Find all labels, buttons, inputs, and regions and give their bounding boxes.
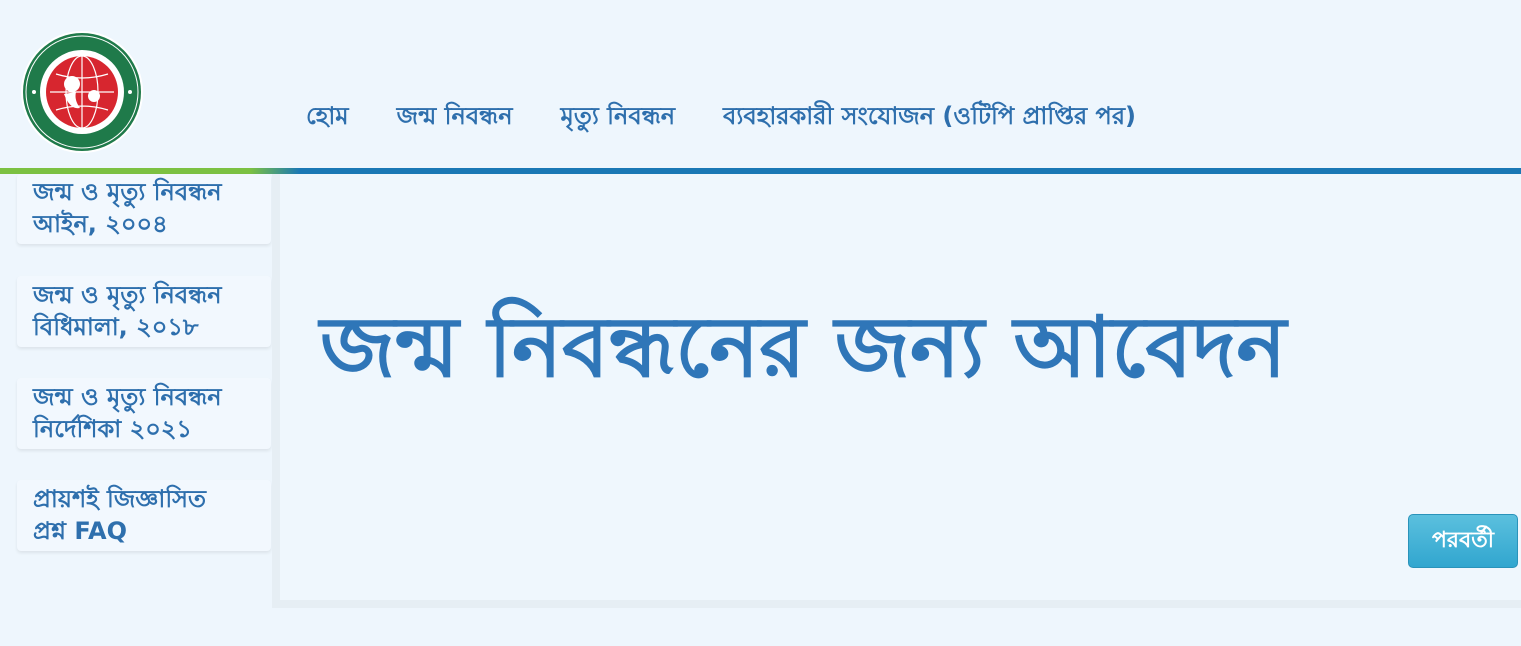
nav-birth-registration[interactable]: জন্ম নিবন্ধন (397, 98, 513, 134)
nav-death-registration[interactable]: মৃত্যু নিবন্ধন (561, 98, 676, 134)
sidebar-item-rules-2018[interactable]: জন্ম ও মৃত্যু নিবন্ধন বিধিমালা, ২০১৮ (17, 276, 271, 347)
main-nav: হোম জন্ম নিবন্ধন মৃত্যু নিবন্ধন ব্যবহারক… (306, 98, 1184, 134)
nav-home[interactable]: হোম (306, 98, 349, 134)
sidebar-item-label: জন্ম ও মৃত্যু নিবন্ধন (33, 383, 222, 411)
sidebar-item-label: প্রশ্ন FAQ (33, 517, 127, 545)
sidebar-item-faq[interactable]: প্রায়শই জিজ্ঞাসিত প্রশ্ন FAQ (17, 480, 271, 551)
nav-user-add[interactable]: ব্যবহারকারী সংযোজন (ওটিপি প্রাপ্তির পর) (723, 98, 1136, 134)
sidebar-item-label: প্রায়শই জিজ্ঞাসিত (33, 485, 207, 513)
sidebar-item-label: নির্দেশিকা ২০২১ (33, 415, 193, 443)
sidebar-item-label: জন্ম ও মৃত্যু নিবন্ধন (33, 178, 222, 206)
registrar-general-logo-icon[interactable] (20, 30, 144, 154)
sidebar-item-label: আইন, ২০০৪ (33, 210, 168, 238)
next-button[interactable]: পরবর্তী (1408, 514, 1518, 568)
sidebar-item-label: জন্ম ও মৃত্যু নিবন্ধন (33, 281, 222, 309)
sidebar-item-guideline-2021[interactable]: জন্ম ও মৃত্যু নিবন্ধন নির্দেশিকা ২০২১ (17, 378, 271, 449)
page: হোম জন্ম নিবন্ধন মৃত্যু নিবন্ধন ব্যবহারক… (0, 0, 1521, 646)
sidebar-item-label: বিধিমালা, ২০১৮ (33, 313, 199, 341)
sidebar-item-act-2004[interactable]: জন্ম ও মৃত্যু নিবন্ধন আইন, ২০০৪ (17, 174, 271, 244)
main-panel: জন্ম নিবন্ধনের জন্য আবেদন (272, 174, 1521, 608)
page-title: জন্ম নিবন্ধনের জন্য আবেদন (320, 298, 1287, 396)
site-header: হোম জন্ম নিবন্ধন মৃত্যু নিবন্ধন ব্যবহারক… (0, 0, 1521, 168)
main-content: জন্ম নিবন্ধনের জন্য আবেদন (280, 174, 1521, 600)
sidebar: জন্ম ও মৃত্যু নিবন্ধন আইন, ২০০৪ জন্ম ও ম… (0, 174, 272, 608)
